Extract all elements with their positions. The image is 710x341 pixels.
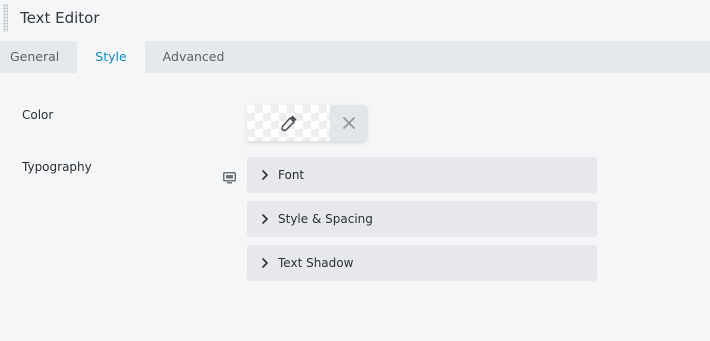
chevron-right-icon — [261, 258, 269, 268]
desktop-icon[interactable] — [223, 169, 236, 188]
color-swatch-button[interactable] — [247, 105, 330, 141]
tab-bar: General Style Advanced — [0, 41, 710, 73]
accordion-style-spacing[interactable]: Style & Spacing — [247, 201, 597, 237]
accordion-font-label: Font — [278, 168, 305, 182]
tab-general[interactable]: General — [0, 41, 77, 73]
color-label: Color — [22, 108, 54, 122]
accordion-text-shadow[interactable]: Text Shadow — [247, 245, 597, 281]
tab-advanced[interactable]: Advanced — [145, 41, 235, 73]
color-picker — [247, 105, 367, 141]
eyedropper-icon — [280, 115, 296, 132]
chevron-right-icon — [261, 170, 269, 180]
accordion-style-spacing-label: Style & Spacing — [278, 212, 373, 226]
panel-title: Text Editor — [20, 9, 100, 27]
accordion-font[interactable]: Font — [247, 157, 597, 193]
typography-label: Typography — [22, 160, 92, 174]
tab-style[interactable]: Style — [77, 41, 145, 73]
accordion-text-shadow-label: Text Shadow — [278, 256, 354, 270]
clear-color-button[interactable] — [330, 105, 367, 141]
chevron-right-icon — [261, 214, 269, 224]
close-icon — [342, 117, 355, 129]
drag-handle[interactable] — [3, 4, 8, 32]
